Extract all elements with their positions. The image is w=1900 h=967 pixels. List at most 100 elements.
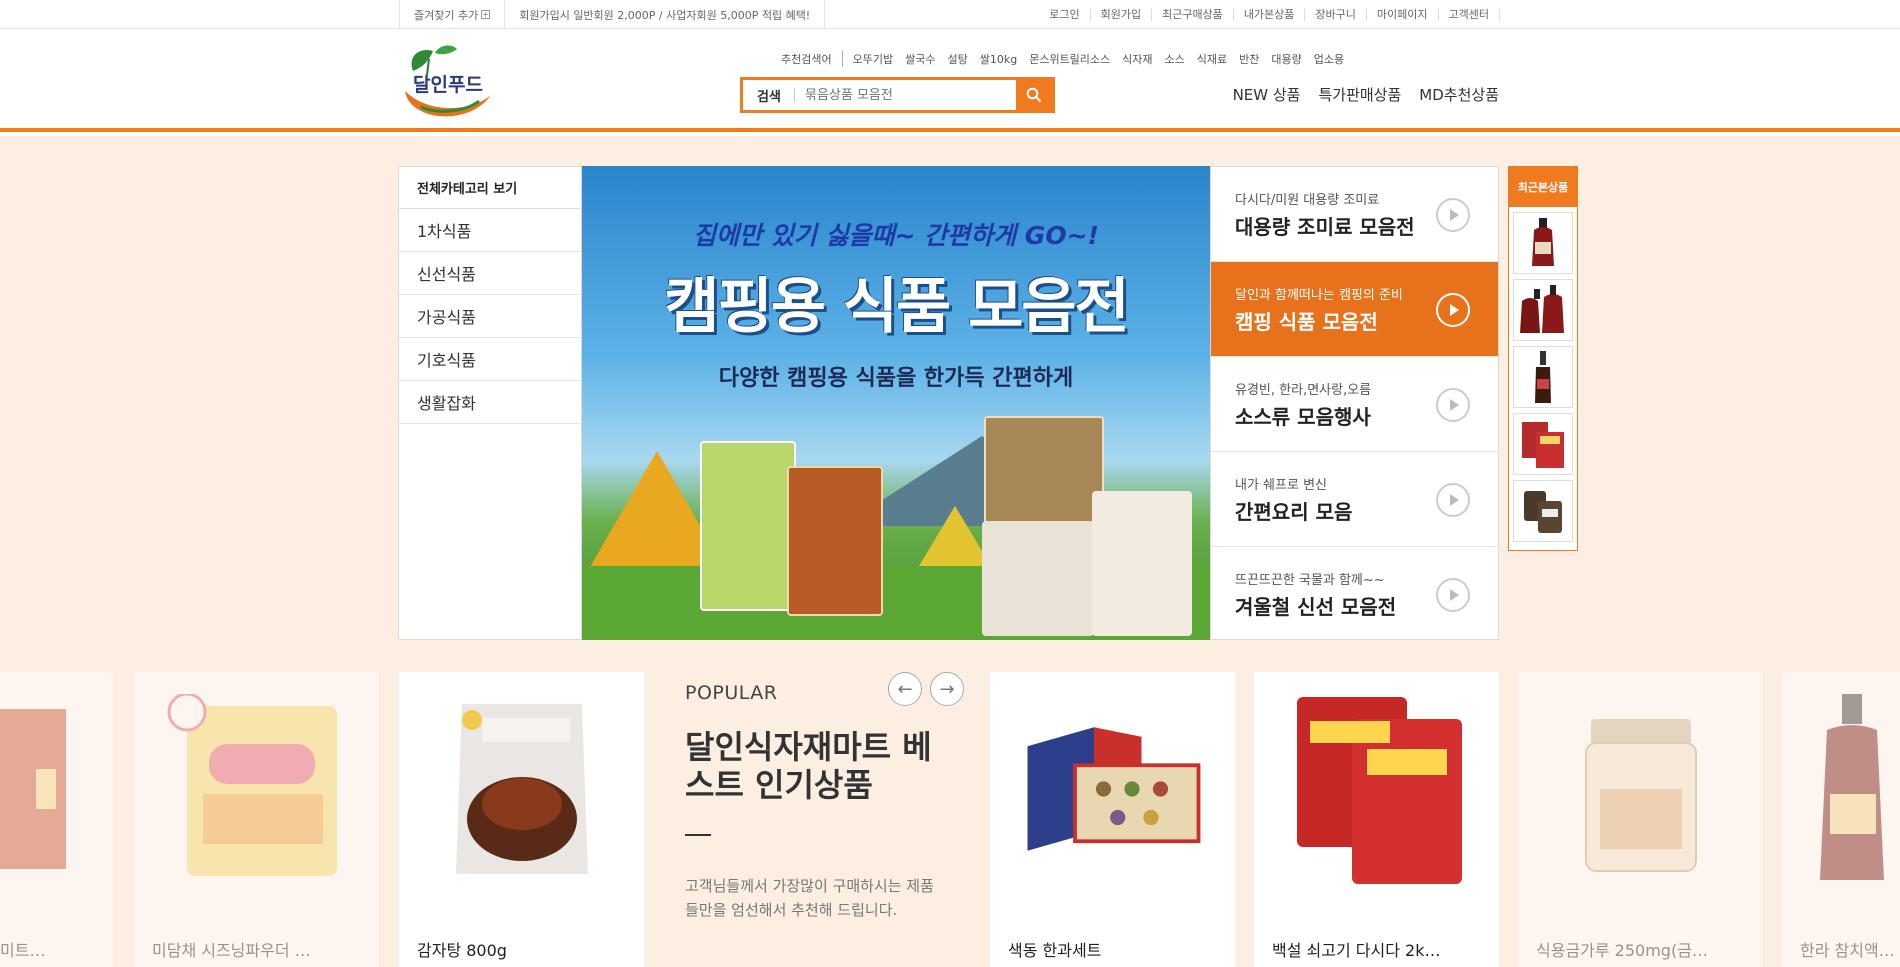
signup-promo-text: 회원가입시 일반회원 2,000P / 사업자회원 5,000P 적립 혜택! — [505, 0, 826, 29]
all-categories-link[interactable]: 전체카테고리 보기 — [399, 167, 581, 209]
play-icon — [1436, 388, 1470, 422]
product-pack-image — [982, 521, 1094, 636]
banner-subtitle: 다양한 캠핑용 식품을 한가득 간편하게 — [718, 366, 1074, 391]
keyword-link[interactable]: 쌀국수 — [899, 51, 941, 67]
recent-thumb[interactable] — [1513, 212, 1573, 274]
product-card[interactable]: 색동 한과세트 — [990, 672, 1235, 967]
product-image — [162, 694, 352, 884]
logo-text: 달인푸드 — [413, 74, 483, 96]
search-icon — [1026, 87, 1042, 103]
category-item[interactable]: 생활잡화 — [399, 381, 581, 424]
recent-thumb[interactable] — [1513, 413, 1573, 475]
promo-item[interactable]: 뜨끈뜨끈한 국물과 함께~~ 겨울철 신선 모음전 — [1211, 547, 1498, 642]
product-name: 미트… — [0, 941, 46, 960]
nav-special-sale[interactable]: 특가판매상품 — [1318, 84, 1401, 105]
keywords-title: 추천검색어 — [775, 51, 843, 67]
banner-title: 캠핑용 식품 모음전 — [664, 272, 1129, 342]
main-banner[interactable]: 집에만 있기 싫을때~ 간편하게 GO~! 캠핑용 식품 모음전 다양한 캠핑용… — [582, 166, 1210, 640]
keyword-link[interactable]: 대용량 — [1265, 51, 1307, 67]
carousel-next-button[interactable]: → — [930, 672, 964, 706]
recent-thumb[interactable] — [1513, 346, 1573, 408]
product-card[interactable]: 식용금가루 250mg(금… — [1518, 672, 1763, 967]
keyword-link[interactable]: 업소용 — [1308, 51, 1350, 67]
main-area: 전체카테고리 보기 1차식품 신선식품 가공식품 기호식품 생활잡화 집에만 있… — [0, 136, 1900, 967]
category-item[interactable]: 1차식품 — [399, 209, 581, 252]
product-image — [1282, 694, 1472, 884]
category-item[interactable]: 가공식품 — [399, 295, 581, 338]
arrow-right-icon: → — [939, 678, 955, 700]
product-image — [0, 694, 86, 884]
product-name: 감자탕 800g — [417, 941, 507, 960]
product-card[interactable]: 미트… — [0, 672, 113, 967]
product-image — [427, 694, 617, 884]
popular-label: POPULAR — [685, 682, 778, 704]
keyword-link[interactable]: 설탕 — [941, 51, 973, 67]
recent-thumb[interactable] — [1513, 480, 1573, 542]
product-name: 한라 참치액 1… — [1800, 941, 1896, 960]
arrow-left-icon: ← — [897, 678, 913, 700]
login-link[interactable]: 로그인 — [1039, 8, 1091, 21]
product-pack-image — [1092, 491, 1192, 636]
nav-md-recommend[interactable]: MD추천상품 — [1419, 84, 1499, 105]
promo-item[interactable]: 다시다/미원 대용량 조미료 대용량 조미료 모음전 — [1211, 167, 1498, 262]
top-utility-bar: 즐겨찾기 추가 + 회원가입시 일반회원 2,000P / 사업자회원 5,00… — [0, 0, 1900, 29]
popular-title: 달인식자재마트 베스트 인기상품 — [685, 728, 932, 804]
popular-description: 고객님들께서 가장많이 구매하시는 제품들만을 엄선해서 추천해 드립니다. — [685, 877, 934, 919]
keyword-link[interactable]: 반찬 — [1233, 51, 1265, 67]
viewed-products-link[interactable]: 내가본상품 — [1234, 8, 1306, 21]
recent-thumb[interactable] — [1513, 279, 1573, 341]
product-card[interactable]: 백설 쇠고기 다시다 2k… — [1254, 672, 1499, 967]
search-button[interactable] — [1016, 80, 1052, 110]
category-item[interactable]: 기호식품 — [399, 338, 581, 381]
product-image — [1546, 694, 1736, 884]
cart-link[interactable]: 장바구니 — [1305, 8, 1367, 21]
keyword-link[interactable]: 식재료 — [1191, 51, 1233, 67]
search-input[interactable] — [795, 80, 1016, 110]
keyword-link[interactable]: 식자재 — [1116, 51, 1158, 67]
product-card[interactable]: 미담채 시즈닝파우더 … — [134, 672, 379, 967]
divider — [685, 834, 711, 836]
product-name: 백설 쇠고기 다시다 2k… — [1272, 941, 1441, 960]
category-item[interactable]: 신선식품 — [399, 252, 581, 295]
banner-top-text: 집에만 있기 싫을때~ 간편하게 GO~! — [693, 221, 1099, 250]
carousel-prev-button[interactable]: ← — [888, 672, 922, 706]
nav-new-products[interactable]: NEW 상품 — [1233, 84, 1301, 105]
signup-link[interactable]: 회원가입 — [1091, 8, 1153, 21]
plus-icon: + — [481, 10, 491, 19]
category-menu: 전체카테고리 보기 1차식품 신선식품 가공식품 기호식품 생활잡화 — [398, 166, 582, 640]
popular-section: POPULAR 달인식자재마트 베스트 인기상품 고객님들께서 가장많이 구매하… — [660, 672, 970, 967]
product-name: 색동 한과세트 — [1008, 941, 1102, 960]
site-header: 달인푸드 추천검색어 오뚜기밥 쌀국수 설탕 쌀10kg 몬스위트릴리소스 식자… — [0, 29, 1900, 132]
play-icon — [1436, 483, 1470, 517]
promo-list: 다시다/미원 대용량 조미료 대용량 조미료 모음전 달인과 함께떠나는 캠핑의… — [1210, 166, 1499, 640]
search-label: 검색 — [743, 80, 795, 110]
add-favorite-link[interactable]: 즐겨찾기 추가 + — [399, 0, 506, 29]
product-image — [1802, 694, 1900, 884]
product-card[interactable]: 감자탕 800g — [399, 672, 644, 967]
play-icon — [1436, 578, 1470, 612]
recent-purchase-link[interactable]: 최근구매상품 — [1152, 8, 1234, 21]
promo-item-active[interactable]: 달인과 함께떠나는 캠핑의 준비 캠핑 식품 모음전 — [1211, 262, 1498, 357]
keyword-link[interactable]: 쌀10kg — [974, 51, 1023, 67]
keyword-link[interactable]: 소스 — [1159, 51, 1191, 67]
header-nav: NEW 상품 특가판매상품 MD추천상품 — [1233, 84, 1499, 105]
promo-item[interactable]: 내가 쉐프로 변신 간편요리 모음 — [1211, 452, 1498, 547]
promo-item[interactable]: 유경빈, 한라,면사랑,오름 소스류 모음행사 — [1211, 357, 1498, 452]
recent-viewed-panel: 최근본상품 — [1508, 166, 1578, 551]
site-logo[interactable]: 달인푸드 — [399, 41, 495, 125]
recommended-keywords: 추천검색어 오뚜기밥 쌀국수 설탕 쌀10kg 몬스위트릴리소스 식자재 소스 … — [775, 51, 1350, 67]
play-icon — [1436, 293, 1470, 327]
keyword-link[interactable]: 몬스위트릴리소스 — [1023, 51, 1116, 67]
popular-carousel: 미트… 미담채 시즈닝파우더 … 감자탕 800g POPULAR 달인식자재마… — [0, 672, 1900, 967]
keyword-link[interactable]: 오뚜기밥 — [847, 51, 899, 67]
mypage-link[interactable]: 마이페이지 — [1367, 8, 1439, 21]
play-icon — [1436, 198, 1470, 232]
customer-center-link[interactable]: 고객센터 — [1439, 8, 1500, 21]
product-card[interactable]: 한라 참치액 1… — [1782, 672, 1900, 967]
product-pack-image — [787, 466, 883, 616]
product-image — [1018, 694, 1208, 884]
add-favorite-label: 즐겨찾기 추가 — [414, 8, 479, 22]
search-box: 검색 — [740, 77, 1055, 113]
product-pack-image — [700, 441, 796, 611]
product-name: 미담채 시즈닝파우더 … — [152, 941, 311, 960]
